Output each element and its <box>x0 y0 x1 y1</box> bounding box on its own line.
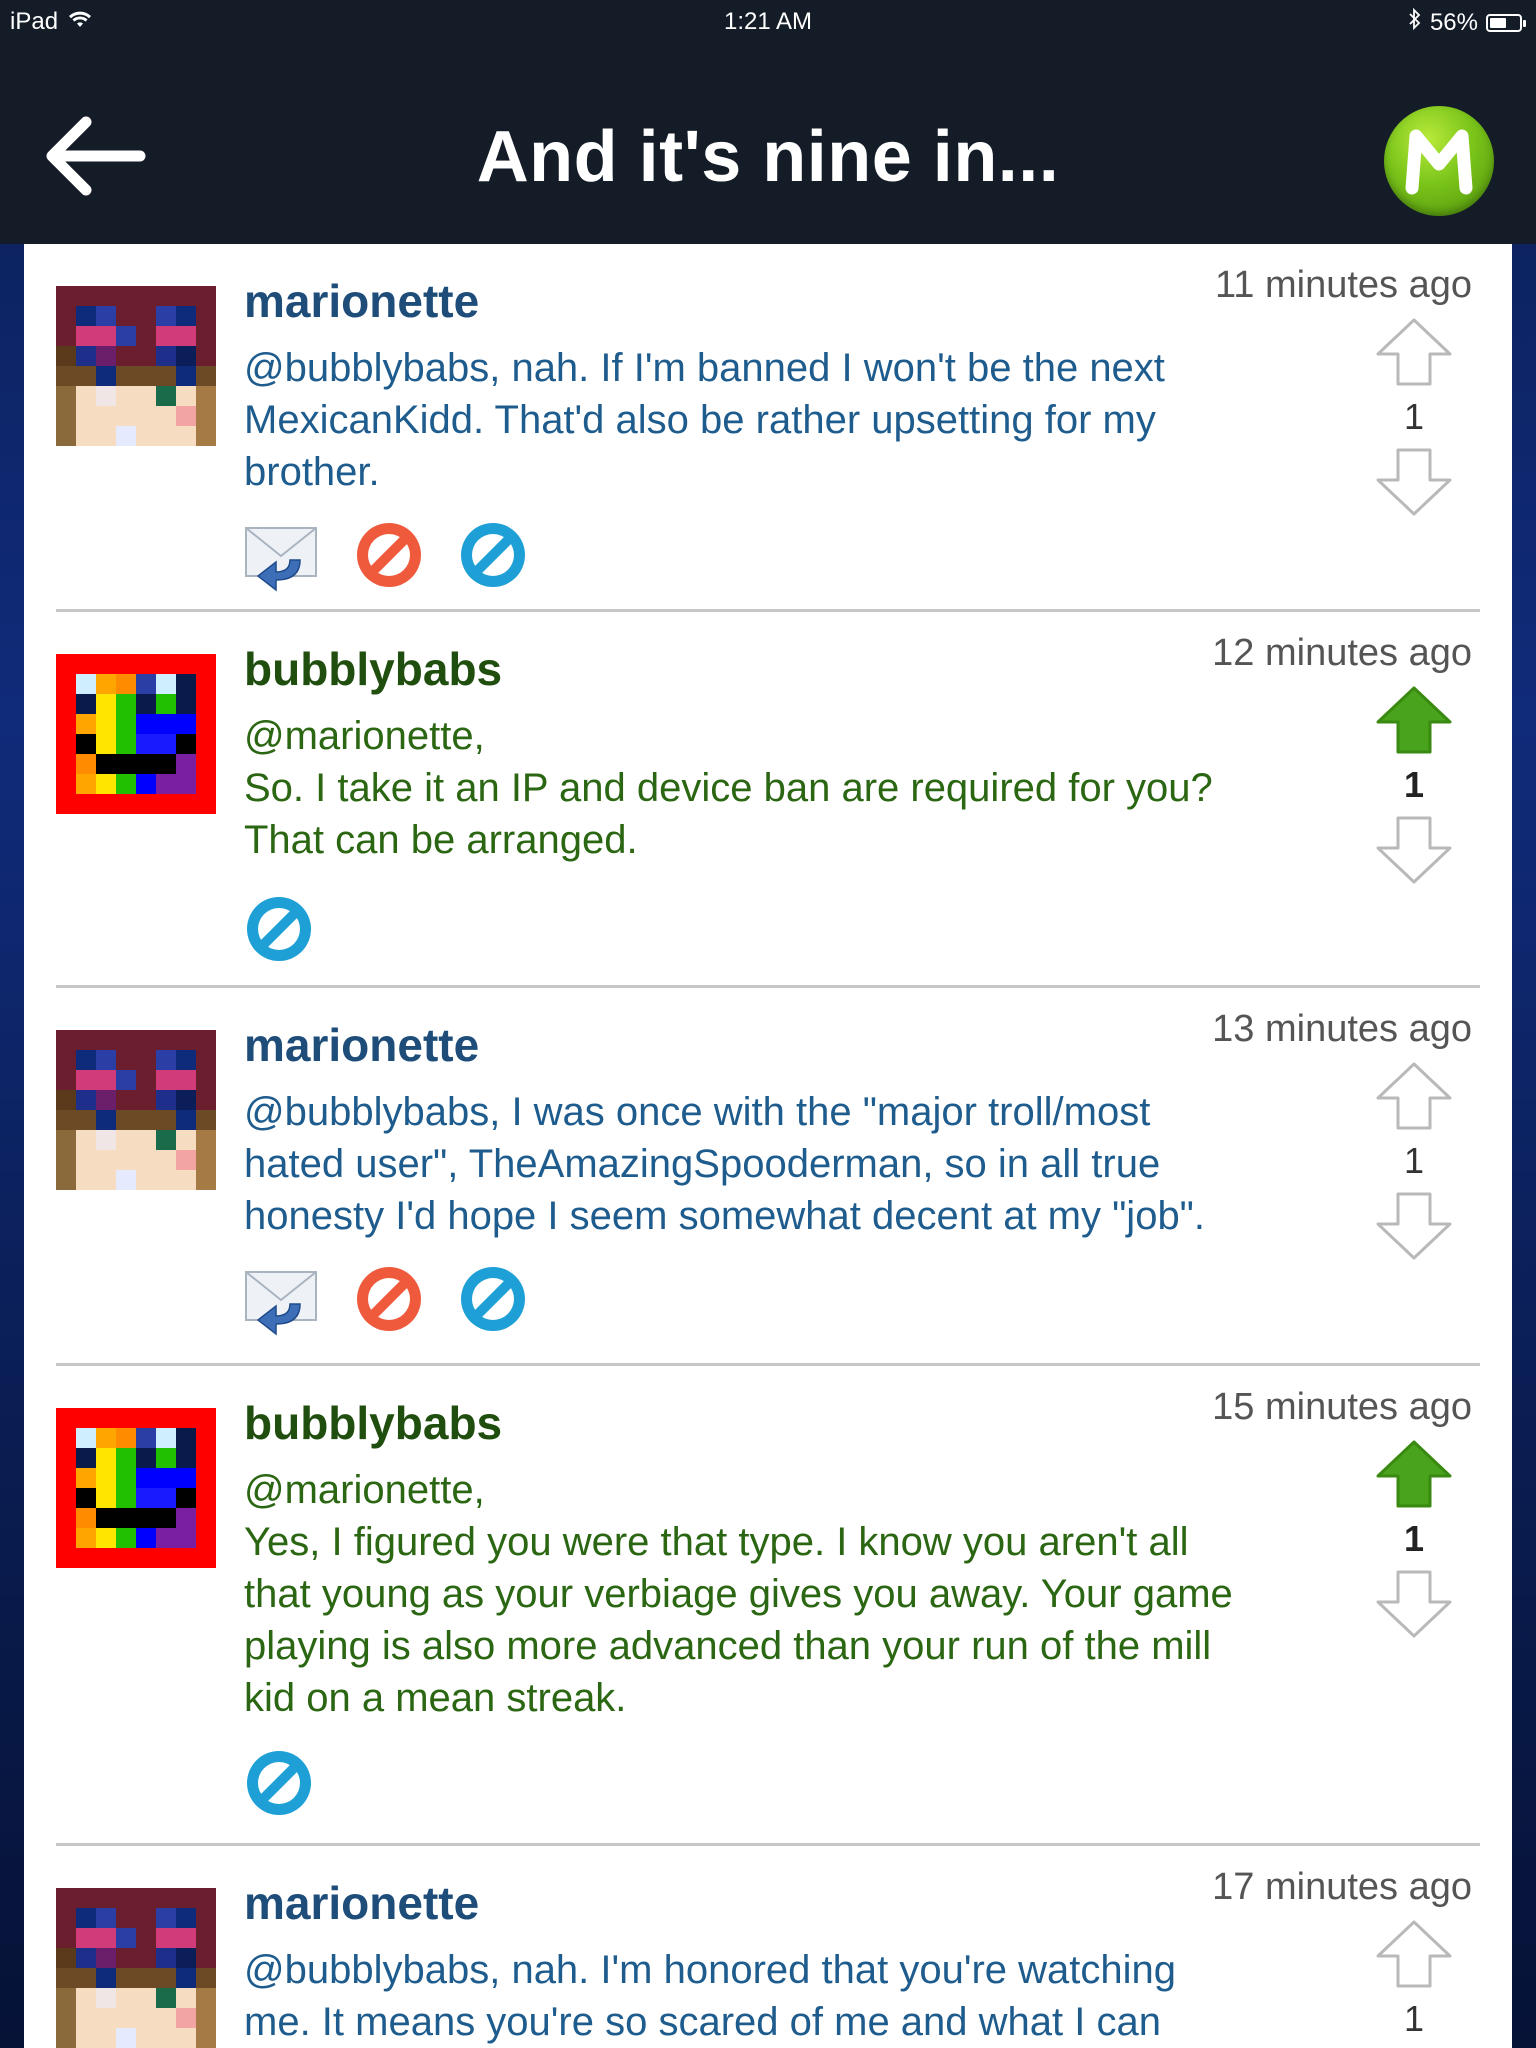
comment-item: marionette 11 minutes ago @bubblybabs, n… <box>56 244 1480 612</box>
status-time: 1:21 AM <box>723 8 813 35</box>
comment-time: 17 minutes ago <box>1212 1866 1472 1908</box>
comments-panel: marionette 11 minutes ago @bubblybabs, n… <box>24 244 1512 2048</box>
avatar-marionette[interactable] <box>56 286 216 446</box>
comment-text: @marionette, Yes, I figured you were tha… <box>244 1468 1233 1720</box>
vote-count: 1 <box>1403 396 1425 437</box>
moderate-icon <box>461 523 525 587</box>
comment-actions <box>244 894 314 969</box>
avatar-marionette[interactable] <box>56 1030 216 1190</box>
block-button[interactable] <box>354 520 424 601</box>
block-button[interactable] <box>354 1264 424 1345</box>
comment-text: @bubblybabs, nah. If I'm banned I won't … <box>244 346 1165 494</box>
comment-username[interactable]: marionette <box>244 1018 479 1072</box>
moderate-button[interactable] <box>244 894 314 969</box>
comment-text: @bubblybabs, I was once with the "major … <box>244 1090 1205 1238</box>
moderate-icon <box>247 897 311 961</box>
upvote-arrow-icon[interactable] <box>1374 1918 1454 1990</box>
downvote-arrow-icon[interactable] <box>1374 446 1454 518</box>
block-icon <box>357 523 421 587</box>
downvote-arrow-icon[interactable] <box>1374 1190 1454 1262</box>
moderate-button[interactable] <box>458 1264 528 1345</box>
vote-count: 1 <box>1403 1518 1425 1559</box>
vote-widget: 1 <box>1374 1060 1454 1262</box>
comment-actions <box>244 1748 314 1823</box>
app-logo[interactable] <box>1384 106 1494 216</box>
status-bar: iPad 1:21 AM 56% <box>0 0 1536 44</box>
moderate-button[interactable] <box>458 520 528 601</box>
comment-item: bubblybabs 15 minutes ago @marionette, Y… <box>56 1366 1480 1846</box>
comment-time: 15 minutes ago <box>1212 1386 1472 1428</box>
comment-time: 13 minutes ago <box>1212 1008 1472 1050</box>
comment-time: 11 minutes ago <box>1214 264 1472 306</box>
upvote-arrow-icon[interactable] <box>1374 316 1454 388</box>
vote-widget: 1 <box>1374 316 1454 518</box>
moderate-button[interactable] <box>244 1748 314 1823</box>
vote-widget: 1 <box>1374 1918 1454 2048</box>
moderate-icon <box>461 1267 525 1331</box>
comment-text: @bubblybabs, nah. I'm honored that you'r… <box>244 1948 1177 2044</box>
reply-mail-icon <box>245 527 317 592</box>
comment-username[interactable]: bubblybabs <box>244 1396 502 1450</box>
avatar-marionette[interactable] <box>56 1888 216 2048</box>
comment-username[interactable]: marionette <box>244 1876 479 1930</box>
vote-widget: 1 <box>1374 1438 1454 1640</box>
reply-button[interactable] <box>244 520 320 601</box>
comment-username[interactable]: marionette <box>244 274 479 328</box>
avatar-bubblybabs[interactable] <box>56 1408 216 1568</box>
block-icon <box>357 1267 421 1331</box>
comment-item: bubblybabs 12 minutes ago @marionette, S… <box>56 612 1480 988</box>
upvote-arrow-icon[interactable] <box>1374 684 1454 756</box>
downvote-arrow-icon[interactable] <box>1374 1568 1454 1640</box>
nav-bar: And it's nine in... <box>0 44 1536 244</box>
avatar-bubblybabs[interactable] <box>56 654 216 814</box>
upvote-arrow-icon[interactable] <box>1374 1438 1454 1510</box>
vote-count: 1 <box>1403 764 1425 805</box>
vote-count: 1 <box>1403 1998 1425 2039</box>
battery-icon <box>1486 13 1526 32</box>
reply-button[interactable] <box>244 1264 320 1345</box>
downvote-arrow-icon[interactable] <box>1374 814 1454 886</box>
reply-mail-icon <box>245 1271 317 1336</box>
comment-text: @marionette, So. I take it an IP and dev… <box>244 714 1213 862</box>
comment-time: 12 minutes ago <box>1212 632 1472 674</box>
bluetooth-icon <box>1408 7 1422 37</box>
comment-item: marionette 13 minutes ago @bubblybabs, I… <box>56 988 1480 1366</box>
page-title: And it's nine in... <box>476 117 1060 197</box>
comment-actions <box>244 1264 528 1345</box>
vote-count: 1 <box>1403 1140 1425 1181</box>
moderate-icon <box>247 1751 311 1815</box>
comment-username[interactable]: bubblybabs <box>244 642 502 696</box>
comment-item: marionette 17 minutes ago @bubblybabs, n… <box>56 1846 1480 2048</box>
logo-m-icon <box>1405 129 1473 195</box>
battery-percent: 56% <box>1429 8 1478 36</box>
comment-actions <box>244 520 528 601</box>
vote-widget: 1 <box>1374 684 1454 886</box>
upvote-arrow-icon[interactable] <box>1374 1060 1454 1132</box>
